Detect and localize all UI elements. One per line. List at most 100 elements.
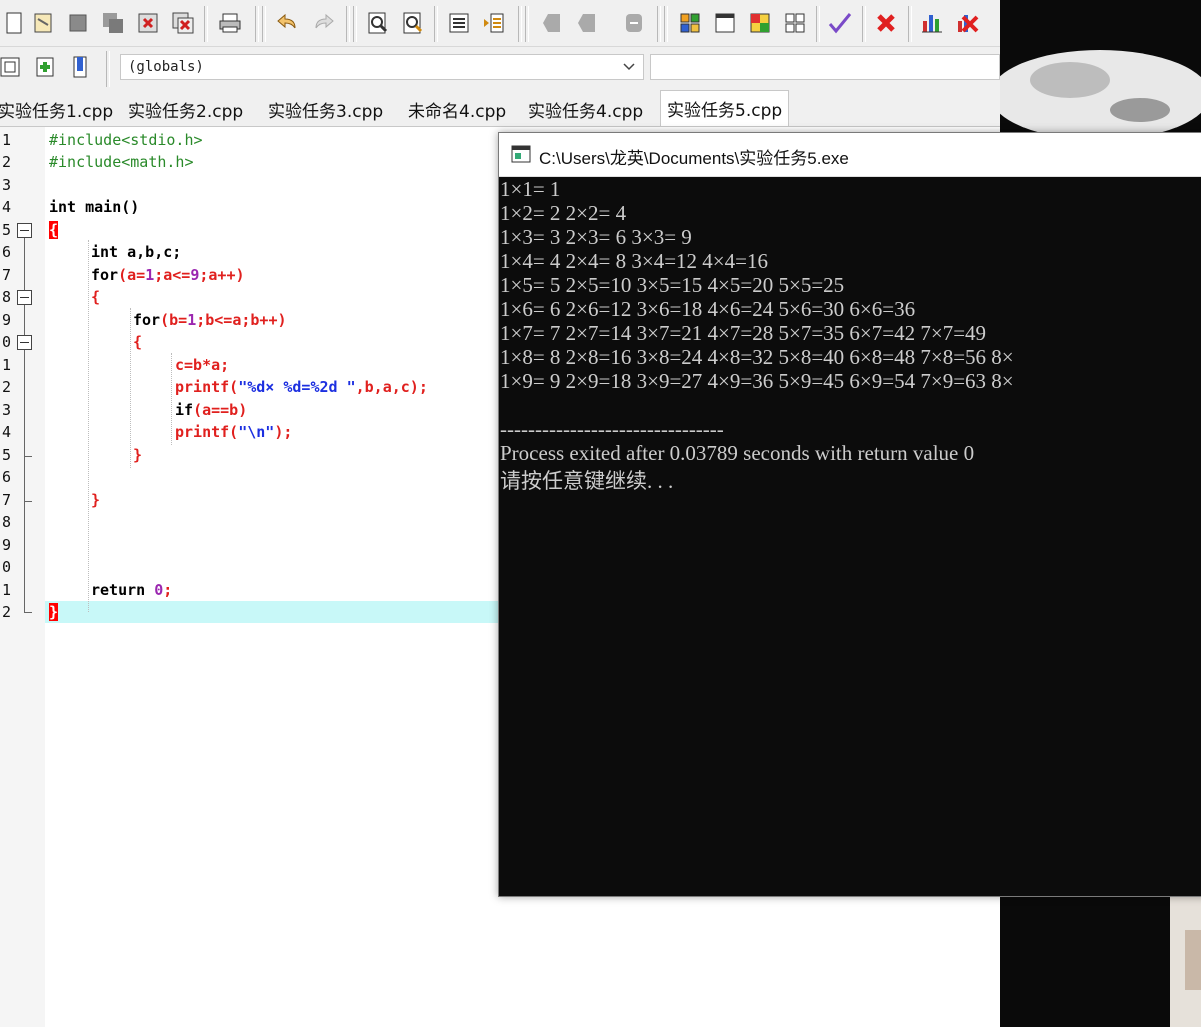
chart-icon[interactable] bbox=[918, 9, 946, 37]
project-view-icon[interactable] bbox=[676, 9, 704, 37]
code-line-7: for(a=1;a<=9;a++) bbox=[91, 266, 245, 284]
fold-toggle-icon[interactable] bbox=[17, 335, 32, 350]
member-dropdown[interactable] bbox=[650, 54, 1000, 80]
stop-icon[interactable] bbox=[872, 9, 900, 37]
console-title-bar[interactable]: C:\Users\龙英\Documents\实验任务5.exe bbox=[499, 133, 1201, 177]
console-title: C:\Users\龙英\Documents\实验任务5.exe bbox=[539, 149, 849, 168]
code-text: ;a<= bbox=[154, 266, 191, 284]
bookmark-toggle-icon[interactable] bbox=[620, 9, 648, 37]
redo-icon[interactable] bbox=[309, 9, 337, 37]
tab-file-3[interactable]: 实验任务3.cpp bbox=[262, 93, 389, 124]
line-number: 6 bbox=[2, 468, 12, 486]
keyword: int bbox=[49, 198, 77, 216]
find-icon[interactable] bbox=[364, 9, 392, 37]
toolbar-separator bbox=[434, 6, 438, 42]
console-line: -------------------------------- bbox=[500, 417, 724, 441]
code-text: ; bbox=[163, 581, 173, 599]
toolbar-separator bbox=[353, 6, 357, 42]
code-text: ,b,a,c); bbox=[355, 378, 428, 396]
tab-file-2[interactable]: 实验任务2.cpp bbox=[122, 93, 249, 124]
matched-brace: } bbox=[49, 603, 59, 621]
bookmark-prev-icon[interactable] bbox=[538, 9, 566, 37]
console-app-icon bbox=[511, 145, 531, 167]
tab-file-6-active[interactable]: 实验任务5.cpp bbox=[660, 90, 790, 126]
toolbar-separator bbox=[862, 6, 866, 42]
line-number: 7 bbox=[2, 266, 12, 284]
code-line-5: { bbox=[49, 221, 59, 239]
code-text: printf( bbox=[175, 378, 239, 396]
code-text: a,b,c; bbox=[118, 243, 182, 261]
keyword: for bbox=[133, 311, 161, 329]
code-text: (b= bbox=[160, 311, 188, 329]
line-number: 2 bbox=[2, 603, 12, 621]
toolbar-separator bbox=[664, 6, 668, 42]
toolbar-separator bbox=[255, 6, 259, 42]
line-number: 2 bbox=[2, 153, 12, 171]
undo-icon[interactable] bbox=[274, 9, 302, 37]
toolbar-separator bbox=[346, 6, 350, 42]
toolbar-separator bbox=[657, 6, 661, 42]
scope-dropdown[interactable]: (globals) bbox=[120, 54, 644, 80]
class-browser-icon[interactable] bbox=[0, 53, 24, 81]
file-tabs: 实验任务1.cpp 实验任务2.cpp 实验任务3.cpp 未命名4.cpp 实… bbox=[0, 90, 1000, 127]
save-all-icon[interactable] bbox=[99, 9, 127, 37]
code-line-14: printf("\n"); bbox=[175, 423, 292, 441]
replace-icon[interactable] bbox=[399, 9, 427, 37]
code-line-12: printf("%d× %d=%2d ",b,a,c); bbox=[175, 378, 428, 396]
window-icon[interactable] bbox=[711, 9, 739, 37]
line-number: 8 bbox=[2, 513, 12, 531]
code-text: printf( bbox=[175, 423, 239, 441]
line-number: 4 bbox=[2, 423, 12, 441]
bookmark-icon[interactable] bbox=[66, 53, 94, 81]
indent-guide bbox=[130, 308, 131, 468]
code-line-21: return 0; bbox=[91, 581, 172, 599]
delete-chart-icon[interactable] bbox=[953, 9, 981, 37]
code-text: main() bbox=[76, 198, 140, 216]
toolbar-separator bbox=[262, 6, 266, 42]
toolbar-separator bbox=[816, 6, 820, 42]
code-line-10: { bbox=[133, 333, 143, 351]
code-line-9: for(b=1;b<=a;b++) bbox=[133, 311, 287, 329]
code-symbol: ( bbox=[118, 266, 128, 284]
indent-icon[interactable] bbox=[445, 9, 473, 37]
save-icon[interactable] bbox=[64, 9, 92, 37]
console-line: 1×1= 1 bbox=[500, 177, 561, 201]
line-number: 6 bbox=[2, 243, 12, 261]
print-icon[interactable] bbox=[216, 9, 244, 37]
bookmark-next-icon[interactable] bbox=[573, 9, 601, 37]
close-all-icon[interactable] bbox=[169, 9, 197, 37]
console-line: 1×8= 8 2×8=16 3×8=24 4×8=32 5×8=40 6×8=4… bbox=[500, 345, 1014, 369]
add-icon[interactable] bbox=[31, 53, 59, 81]
grid-icon[interactable] bbox=[781, 9, 809, 37]
code-number: 0 bbox=[154, 581, 164, 599]
code-text: (a==b) bbox=[193, 401, 248, 419]
code-line-15: } bbox=[133, 446, 143, 464]
toolbar-separator bbox=[204, 6, 208, 42]
new-file-icon[interactable] bbox=[0, 9, 28, 37]
tab-file-5[interactable]: 实验任务4.cpp bbox=[522, 93, 649, 124]
console-line: 1×2= 2 2×2= 4 bbox=[500, 201, 627, 225]
tab-file-1[interactable]: 实验任务1.cpp bbox=[0, 93, 119, 124]
console-line: 1×6= 6 2×6=12 3×6=18 4×6=24 5×6=30 6×6=3… bbox=[500, 297, 916, 321]
code-line-6: int a,b,c; bbox=[91, 243, 181, 261]
console-window[interactable]: C:\Users\龙英\Documents\实验任务5.exe 1×1= 1 1… bbox=[498, 132, 1201, 897]
line-number: 3 bbox=[2, 176, 12, 194]
line-number: 1 bbox=[2, 131, 12, 149]
check-syntax-icon[interactable] bbox=[826, 9, 854, 37]
fold-end-marker bbox=[24, 456, 32, 457]
tab-file-4[interactable]: 未命名4.cpp bbox=[402, 93, 512, 124]
keyword: if bbox=[175, 401, 194, 419]
code-line-1: #include<stdio.h> bbox=[49, 131, 203, 149]
console-line: Process exited after 0.03789 seconds wit… bbox=[500, 441, 975, 465]
fold-toggle-icon[interactable] bbox=[17, 223, 32, 238]
open-file-icon[interactable] bbox=[29, 9, 57, 37]
code-line-4: int main() bbox=[49, 198, 139, 216]
line-number: 5 bbox=[2, 446, 12, 464]
keyword: for bbox=[91, 266, 119, 284]
close-file-icon[interactable] bbox=[134, 9, 162, 37]
fold-toggle-icon[interactable] bbox=[17, 290, 32, 305]
console-line: 1×9= 9 2×9=18 3×9=27 4×9=36 5×9=45 6×9=5… bbox=[500, 369, 1014, 393]
layout-icon[interactable] bbox=[746, 9, 774, 37]
indent-guide bbox=[88, 240, 89, 612]
unindent-icon[interactable] bbox=[480, 9, 508, 37]
